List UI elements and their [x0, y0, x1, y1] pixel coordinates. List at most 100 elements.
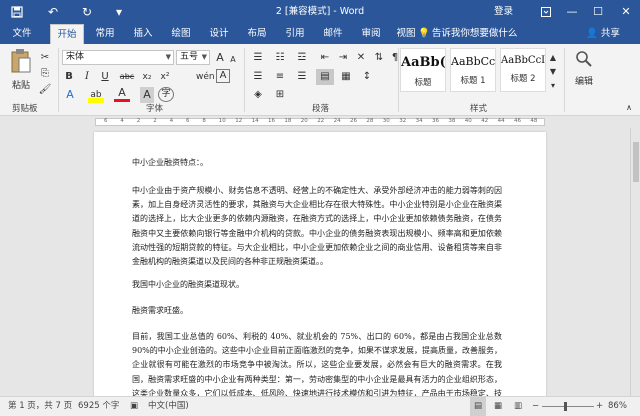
ruler-tick-label: 30	[382, 118, 390, 124]
distributed-icon[interactable]: ▦	[338, 69, 354, 85]
shading-icon[interactable]: ◈	[250, 87, 266, 103]
read-mode-icon[interactable]: ▤	[470, 397, 486, 416]
superscript-button[interactable]: x²	[158, 69, 172, 85]
undo-icon[interactable]: ↶	[44, 3, 62, 21]
save-icon[interactable]	[8, 3, 26, 21]
justify-icon[interactable]: ▤	[316, 69, 334, 85]
decrease-indent-icon[interactable]: ⇤	[318, 50, 332, 66]
sort-icon[interactable]: ⇅	[372, 50, 386, 66]
collapse-ribbon-icon[interactable]: ∧	[622, 100, 636, 116]
web-layout-icon[interactable]: ▥	[510, 397, 526, 416]
tell-me-search[interactable]: 💡 告诉我你想要做什么	[418, 24, 517, 44]
tab-layout[interactable]: 布局	[242, 24, 272, 44]
paste-button[interactable]	[8, 48, 34, 78]
ribbon-display-options-icon[interactable]	[532, 0, 560, 24]
title-bar: ↶ ↻ ▾ 2 [兼容模式] - Word 登录 — ☐ ✕	[0, 0, 640, 24]
ruler-tick-label: 14	[251, 118, 259, 124]
styles-more-icon[interactable]: ▾	[548, 78, 558, 94]
align-left-icon[interactable]: ☰	[250, 69, 266, 85]
quick-access-customize-icon[interactable]: ▾	[110, 3, 128, 21]
grow-font-button[interactable]: A	[214, 50, 226, 66]
character-border-button[interactable]: A	[216, 69, 230, 83]
phonetic-guide-button[interactable]: wén	[196, 69, 215, 85]
ruler-tick-label: 46	[514, 118, 521, 124]
zoom-slider[interactable]	[542, 406, 594, 407]
share-button[interactable]: 👤 共享	[586, 24, 620, 44]
tab-view[interactable]: 视图	[392, 24, 420, 44]
document-page[interactable]: 中小企业融资特点：。 中小企业由于资产规模小、财务信息不透明、经营上的不确定性大…	[94, 132, 546, 396]
borders-icon[interactable]: ⊞	[272, 87, 288, 103]
strikethrough-button[interactable]: abc	[118, 69, 136, 85]
ruler-tick-label: 16	[268, 118, 275, 124]
ruler-tick-label: 28	[366, 118, 374, 124]
ruler-tick-label: 2	[153, 118, 157, 124]
group-label-font: 字体	[146, 104, 164, 114]
maximize-button[interactable]: ☐	[584, 0, 612, 24]
tab-file[interactable]: 文件	[8, 24, 36, 44]
editing-button[interactable]	[572, 50, 596, 72]
numbering-icon[interactable]: ☷	[272, 50, 288, 66]
ruler-tick-label: 12	[235, 118, 243, 124]
ruler-tick-label: 6	[186, 118, 190, 124]
highlight-button[interactable]: ab	[88, 87, 104, 103]
tab-review[interactable]: 审阅	[356, 24, 386, 44]
enclose-characters-button[interactable]: 字	[158, 87, 174, 102]
format-painter-icon[interactable]: 🖌	[38, 82, 52, 98]
bold-button[interactable]: B	[62, 69, 76, 85]
text-effects-button[interactable]: A	[62, 87, 78, 103]
login-link[interactable]: 登录	[494, 0, 513, 24]
ruler-tick-label: 26	[350, 118, 357, 124]
italic-button[interactable]: I	[80, 69, 94, 85]
ruler-tick-label: 8	[202, 118, 206, 124]
align-right-icon[interactable]: ☰	[294, 69, 310, 85]
tab-insert[interactable]: 插入	[128, 24, 158, 44]
proofing-icon[interactable]: ▣	[130, 397, 138, 416]
tab-common[interactable]: 常用	[90, 24, 120, 44]
word-count[interactable]: 6925 个字	[78, 397, 119, 416]
line-spacing-icon[interactable]: ↕	[358, 69, 376, 85]
horizontal-ruler[interactable]: 6 4 2 2 4 6 8 10 12 14 16 18 20 22 24 26 28 30 32 34 36 38 40 4…	[0, 116, 640, 128]
multilevel-list-icon[interactable]: ☲	[294, 50, 310, 66]
cut-icon[interactable]: ✂	[38, 50, 52, 66]
close-button[interactable]: ✕	[612, 0, 640, 24]
align-center-icon[interactable]: ≡	[272, 69, 288, 85]
shrink-font-button[interactable]: A	[228, 52, 238, 68]
zoom-slider-thumb[interactable]	[564, 402, 567, 411]
zoom-in-icon[interactable]: +	[596, 397, 603, 416]
person-icon: 👤	[586, 28, 598, 39]
chinese-layout-icon[interactable]: ✕	[354, 50, 368, 66]
style-heading-2[interactable]: AaBbCcI 标题 2	[500, 48, 546, 92]
scrollbar-thumb[interactable]	[633, 142, 639, 182]
vertical-scrollbar[interactable]	[630, 128, 640, 396]
style-title[interactable]: AaBb( 标题	[400, 48, 446, 92]
ruler-tick-label: 36	[432, 118, 439, 124]
print-layout-icon[interactable]: ▦	[490, 397, 506, 416]
tab-home[interactable]: 开始	[50, 24, 84, 44]
language-indicator[interactable]: 中文(中国)	[148, 397, 189, 416]
tab-mailings[interactable]: 邮件	[318, 24, 348, 44]
tab-design[interactable]: 设计	[204, 24, 234, 44]
ruler-tick-label: 6	[104, 118, 108, 124]
group-separator	[398, 48, 399, 112]
style-heading-1[interactable]: AaBbCc 标题 1	[450, 48, 496, 92]
subscript-button[interactable]: x₂	[140, 69, 154, 85]
redo-icon[interactable]: ↻	[78, 3, 96, 21]
zoom-level[interactable]: 86%	[608, 397, 627, 416]
zoom-out-icon[interactable]: −	[532, 397, 539, 416]
bullets-icon[interactable]: ☰	[250, 50, 266, 66]
page-count[interactable]: 第 1 页，共 7 页	[8, 397, 72, 416]
font-name-combo[interactable]: 宋体 ▼	[62, 50, 174, 65]
tab-references[interactable]: 引用	[280, 24, 310, 44]
chevron-down-icon: ▼	[201, 53, 207, 61]
underline-button[interactable]: U	[98, 69, 112, 85]
font-color-button[interactable]: A	[114, 87, 130, 102]
character-shading-button[interactable]: A	[140, 87, 154, 103]
font-size-combo[interactable]: 五号 ▼	[176, 50, 210, 65]
ruler-tick-label: 10	[218, 118, 226, 124]
minimize-button[interactable]: —	[558, 0, 586, 24]
increase-indent-icon[interactable]: ⇥	[336, 50, 350, 66]
copy-icon[interactable]: ⎘	[38, 66, 52, 82]
ruler-tick-label: 2	[136, 118, 141, 124]
tab-draw[interactable]: 绘图	[166, 24, 196, 44]
document-title: 2 [兼容模式] - Word	[275, 6, 365, 17]
